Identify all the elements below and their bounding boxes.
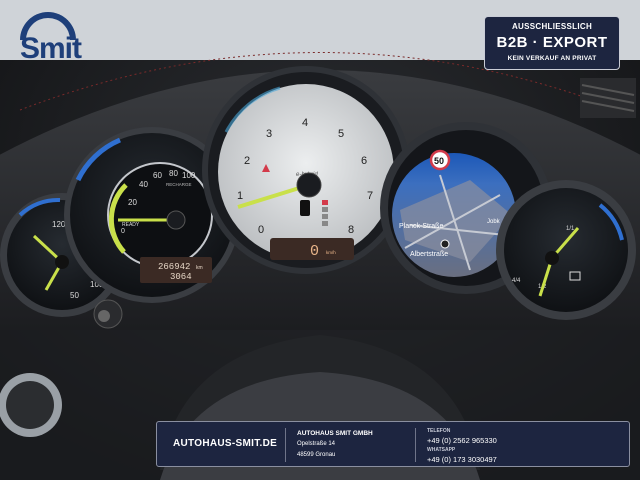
- odometer: 266942: [158, 262, 190, 272]
- footer-website: AUTOHAUS-SMIT.DE: [173, 438, 278, 449]
- map-location-icon: [440, 239, 450, 249]
- tach-tick-7: 7: [367, 190, 373, 202]
- footer-divider: [285, 428, 286, 462]
- air-vent-right: [580, 78, 636, 118]
- tach-tick-4: 4: [302, 117, 308, 129]
- footer-city: 48599 Gronau: [297, 452, 336, 458]
- dimmer-knob: [93, 299, 123, 329]
- speed-unit: km/h: [326, 250, 336, 255]
- tach-tick-1: 1: [237, 190, 243, 202]
- badge-line-1: AUSSCHLIESSLICH: [511, 22, 593, 31]
- footer-divider-2: [415, 428, 416, 462]
- tach-tick-5: 5: [338, 128, 344, 140]
- tach-tick-6: 6: [361, 155, 367, 167]
- map-street-2: Albertstraße: [410, 251, 448, 258]
- badge-line-2: B2B · EXPORT: [496, 34, 608, 51]
- smit-logo: Smit: [14, 10, 94, 66]
- tach-tick-3: 3: [266, 128, 272, 140]
- recharge-label: RECHARGE: [166, 182, 192, 187]
- tach-tick-2: 2: [244, 155, 250, 167]
- left-tick: 80: [169, 169, 178, 178]
- speed-limit-value: 50: [434, 156, 444, 166]
- far-right-gauge: 1/1 1/2 4/4: [496, 180, 636, 320]
- b2b-export-badge: AUSSCHLIESSLICH B2B · EXPORT KEIN VERKAU…: [484, 16, 620, 70]
- footer-company: AUTOHAUS SMIT GMBH: [297, 430, 373, 437]
- air-vent-left-inner: [6, 381, 54, 429]
- door-icon: [300, 200, 310, 216]
- far-left-tick: 120: [52, 220, 66, 229]
- tach-tick-8: 8: [348, 224, 354, 236]
- footer-phone-label: TELEFON: [427, 428, 451, 434]
- dealer-footer: AUTOHAUS-SMIT.DE AUTOHAUS SMIT GMBH Opel…: [156, 421, 630, 467]
- odometer-unit: km: [196, 265, 203, 271]
- badge-line-3: KEIN VERKAUF AN PRIVAT: [507, 55, 597, 62]
- left-tick: 100: [182, 171, 196, 180]
- map-street-1: Planck-Straße: [399, 223, 443, 230]
- footer-street: Opelstraße 14: [297, 441, 336, 447]
- speed-readout: 0: [310, 243, 319, 260]
- far-right-tick: 4/4: [512, 278, 521, 284]
- map-street-3: Jobk: [487, 219, 501, 225]
- ready-label: READY: [122, 222, 140, 228]
- tach-tick-0: 0: [258, 224, 264, 236]
- center-gauge: 0 1 2 3 4 5 6 7 8 e-hybrid 0 km/h: [202, 66, 410, 274]
- footer-phone: +49 (0) 2562 965330: [427, 436, 497, 445]
- left-tick: 0: [121, 228, 125, 235]
- trip-meter: 3064: [170, 272, 192, 282]
- dashboard-photo: 120 50 100 0 20 40 60 80 100 RECHARGE RE…: [0, 0, 640, 480]
- left-tick: 40: [139, 180, 148, 189]
- footer-whatsapp: +49 (0) 173 3030497: [427, 455, 497, 464]
- left-tick: 60: [153, 171, 162, 180]
- footer-whatsapp-label: WHATSAPP: [427, 447, 456, 453]
- far-left-tick: 50: [70, 291, 79, 300]
- logo-text: Smit: [20, 32, 82, 65]
- left-tick: 20: [128, 198, 137, 207]
